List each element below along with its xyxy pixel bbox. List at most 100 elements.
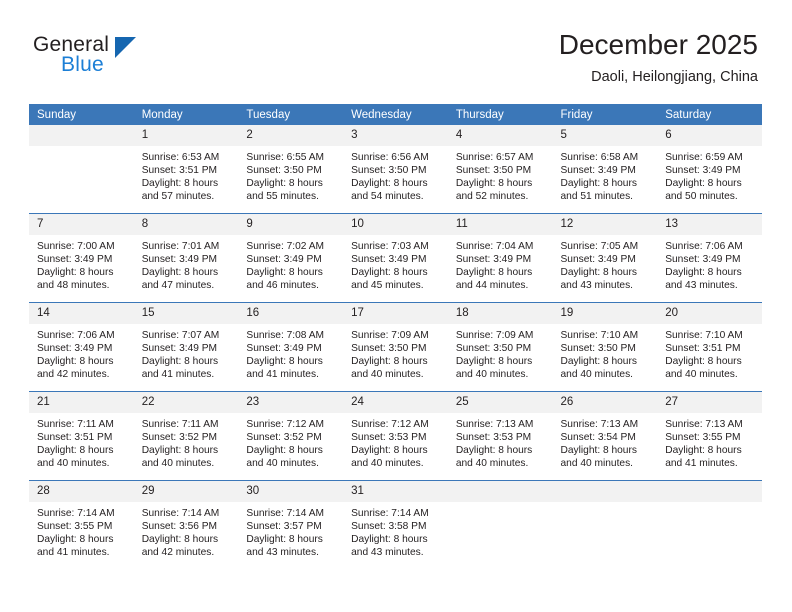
sunset-text: Sunset: 3:52 PM	[141, 432, 218, 444]
daylight-text-line1: Daylight: 8 hours	[455, 445, 533, 457]
day-cell[interactable]: 7 Sunrise: 7:00 AM Sunset: 3:49 PM Dayli…	[29, 213, 134, 303]
day-info: Sunrise: 7:07 AM Sunset: 3:49 PM Dayligh…	[134, 324, 239, 381]
day-cell[interactable]: 18 Sunrise: 7:09 AM Sunset: 3:50 PM Dayl…	[447, 302, 553, 392]
day-info: Sunrise: 7:08 AM Sunset: 3:49 PM Dayligh…	[238, 324, 343, 381]
day-number: 4	[447, 125, 553, 146]
daylight-text-line2: and 41 minutes.	[141, 369, 215, 381]
day-cell[interactable]: 29 Sunrise: 7:14 AM Sunset: 3:56 PM Dayl…	[133, 480, 239, 569]
sunset-text: Sunset: 3:49 PM	[560, 165, 636, 177]
sunrise-text: Sunrise: 7:05 AM	[560, 241, 639, 252]
daylight-text-line2: and 40 minutes.	[665, 369, 738, 381]
day-number	[552, 481, 658, 502]
sunset-text: Sunset: 3:49 PM	[141, 254, 218, 266]
day-cell[interactable]: 17 Sunrise: 7:09 AM Sunset: 3:50 PM Dayl…	[343, 302, 448, 392]
sunrise-text: Sunrise: 6:55 AM	[246, 152, 324, 163]
general-blue-logo[interactable]: General Blue	[33, 33, 193, 85]
daylight-text-line2: and 43 minutes.	[560, 280, 634, 292]
daylight-text-line2: and 48 minutes.	[37, 280, 110, 292]
week-row: 14 Sunrise: 7:06 AM Sunset: 3:49 PM Dayl…	[29, 302, 762, 392]
day-number: 18	[447, 303, 553, 324]
day-cell[interactable]: 10 Sunrise: 7:03 AM Sunset: 3:49 PM Dayl…	[343, 213, 448, 303]
day-cell[interactable]: 28 Sunrise: 7:14 AM Sunset: 3:55 PM Dayl…	[29, 480, 134, 569]
day-number: 8	[133, 214, 239, 235]
daylight-text-line1: Daylight: 8 hours	[37, 445, 114, 457]
daylight-text-line1: Daylight: 8 hours	[246, 356, 323, 368]
day-info: Sunrise: 7:04 AM Sunset: 3:49 PM Dayligh…	[448, 235, 553, 292]
day-cell[interactable]: 25 Sunrise: 7:13 AM Sunset: 3:53 PM Dayl…	[447, 391, 553, 481]
sunset-text: Sunset: 3:50 PM	[351, 343, 427, 355]
weekday-header-wednesday: Wednesday	[343, 104, 448, 125]
day-cell[interactable]: 4 Sunrise: 6:57 AM Sunset: 3:50 PM Dayli…	[447, 125, 553, 214]
daylight-text-line1: Daylight: 8 hours	[351, 178, 428, 190]
day-number: 14	[29, 303, 134, 324]
sunrise-text: Sunrise: 7:09 AM	[351, 330, 429, 341]
day-number	[29, 125, 134, 146]
day-cell[interactable]: 20 Sunrise: 7:10 AM Sunset: 3:51 PM Dayl…	[657, 302, 762, 392]
day-number	[447, 481, 553, 502]
day-number: 23	[238, 392, 344, 413]
day-cell[interactable]: 12 Sunrise: 7:05 AM Sunset: 3:49 PM Dayl…	[552, 213, 658, 303]
sunset-text: Sunset: 3:49 PM	[560, 254, 636, 266]
daylight-text-line1: Daylight: 8 hours	[665, 356, 742, 368]
day-info: Sunrise: 7:14 AM Sunset: 3:56 PM Dayligh…	[134, 502, 239, 559]
day-cell[interactable]: 24 Sunrise: 7:12 AM Sunset: 3:53 PM Dayl…	[343, 391, 448, 481]
daylight-text-line2: and 40 minutes.	[560, 369, 634, 381]
sunset-text: Sunset: 3:50 PM	[455, 165, 532, 177]
day-cell[interactable]: 9 Sunrise: 7:02 AM Sunset: 3:49 PM Dayli…	[238, 213, 344, 303]
logo-triangle-icon	[115, 37, 136, 58]
daylight-text-line1: Daylight: 8 hours	[351, 534, 428, 546]
day-cell[interactable]: 8 Sunrise: 7:01 AM Sunset: 3:49 PM Dayli…	[133, 213, 239, 303]
day-number: 25	[447, 392, 553, 413]
daylight-text-line1: Daylight: 8 hours	[560, 267, 637, 279]
day-cell[interactable]: 6 Sunrise: 6:59 AM Sunset: 3:49 PM Dayli…	[657, 125, 762, 214]
page-subtitle: Daoli, Heilongjiang, China	[591, 69, 758, 85]
sunrise-text: Sunrise: 6:53 AM	[141, 152, 220, 163]
day-cell[interactable]: 27 Sunrise: 7:13 AM Sunset: 3:55 PM Dayl…	[657, 391, 762, 481]
sunrise-text: Sunrise: 7:06 AM	[37, 330, 115, 341]
day-cell[interactable]: 14 Sunrise: 7:06 AM Sunset: 3:49 PM Dayl…	[29, 302, 134, 392]
sunset-text: Sunset: 3:49 PM	[351, 254, 427, 266]
day-cell[interactable]: 2 Sunrise: 6:55 AM Sunset: 3:50 PM Dayli…	[238, 125, 344, 214]
day-number: 12	[552, 214, 658, 235]
day-cell[interactable]: 31 Sunrise: 7:14 AM Sunset: 3:58 PM Dayl…	[343, 480, 448, 569]
daylight-text-line1: Daylight: 8 hours	[37, 267, 114, 279]
daylight-text-line2: and 45 minutes.	[351, 280, 424, 292]
sunrise-text: Sunrise: 7:13 AM	[560, 419, 639, 430]
day-cell[interactable]: 26 Sunrise: 7:13 AM Sunset: 3:54 PM Dayl…	[552, 391, 658, 481]
daylight-text-line1: Daylight: 8 hours	[560, 178, 637, 190]
daylight-text-line2: and 40 minutes.	[246, 458, 319, 470]
day-cell[interactable]: 21 Sunrise: 7:11 AM Sunset: 3:51 PM Dayl…	[29, 391, 134, 481]
day-cell[interactable]: 13 Sunrise: 7:06 AM Sunset: 3:49 PM Dayl…	[657, 213, 762, 303]
daylight-text-line2: and 41 minutes.	[37, 547, 110, 559]
daylight-text-line2: and 44 minutes.	[455, 280, 529, 292]
weekday-header-row: Sunday Monday Tuesday Wednesday Thursday…	[29, 104, 762, 125]
sunrise-text: Sunrise: 7:14 AM	[37, 508, 115, 519]
daylight-text-line1: Daylight: 8 hours	[246, 178, 323, 190]
daylight-text-line2: and 40 minutes.	[351, 458, 424, 470]
day-info: Sunrise: 6:56 AM Sunset: 3:50 PM Dayligh…	[343, 146, 448, 203]
day-cell[interactable]: 23 Sunrise: 7:12 AM Sunset: 3:52 PM Dayl…	[238, 391, 344, 481]
sunrise-text: Sunrise: 7:13 AM	[455, 419, 534, 430]
day-cell[interactable]: 30 Sunrise: 7:14 AM Sunset: 3:57 PM Dayl…	[238, 480, 344, 569]
sunrise-text: Sunrise: 7:06 AM	[665, 241, 743, 252]
day-info: Sunrise: 7:14 AM Sunset: 3:55 PM Dayligh…	[29, 502, 134, 559]
sunrise-text: Sunrise: 7:10 AM	[665, 330, 743, 341]
day-cell[interactable]: 15 Sunrise: 7:07 AM Sunset: 3:49 PM Dayl…	[133, 302, 239, 392]
day-cell[interactable]: 5 Sunrise: 6:58 AM Sunset: 3:49 PM Dayli…	[552, 125, 658, 214]
daylight-text-line1: Daylight: 8 hours	[351, 267, 428, 279]
sunrise-text: Sunrise: 7:11 AM	[37, 419, 114, 430]
day-cell[interactable]: 19 Sunrise: 7:10 AM Sunset: 3:50 PM Dayl…	[552, 302, 658, 392]
day-info: Sunrise: 7:00 AM Sunset: 3:49 PM Dayligh…	[29, 235, 134, 292]
sunset-text: Sunset: 3:57 PM	[246, 521, 322, 533]
daylight-text-line1: Daylight: 8 hours	[141, 178, 219, 190]
day-cell[interactable]: 3 Sunrise: 6:56 AM Sunset: 3:50 PM Dayli…	[343, 125, 448, 214]
title-block: December 2025 Daoli, Heilongjiang, China	[559, 28, 758, 88]
daylight-text-line1: Daylight: 8 hours	[246, 445, 323, 457]
day-cell[interactable]: 1 Sunrise: 6:53 AM Sunset: 3:51 PM Dayli…	[133, 125, 239, 214]
day-cell[interactable]: 11 Sunrise: 7:04 AM Sunset: 3:49 PM Dayl…	[447, 213, 553, 303]
day-cell[interactable]: 16 Sunrise: 7:08 AM Sunset: 3:49 PM Dayl…	[238, 302, 344, 392]
day-number: 30	[238, 481, 344, 502]
day-cell[interactable]: 22 Sunrise: 7:11 AM Sunset: 3:52 PM Dayl…	[133, 391, 239, 481]
sunrise-text: Sunrise: 7:02 AM	[246, 241, 324, 252]
sunrise-text: Sunrise: 6:57 AM	[455, 152, 534, 163]
